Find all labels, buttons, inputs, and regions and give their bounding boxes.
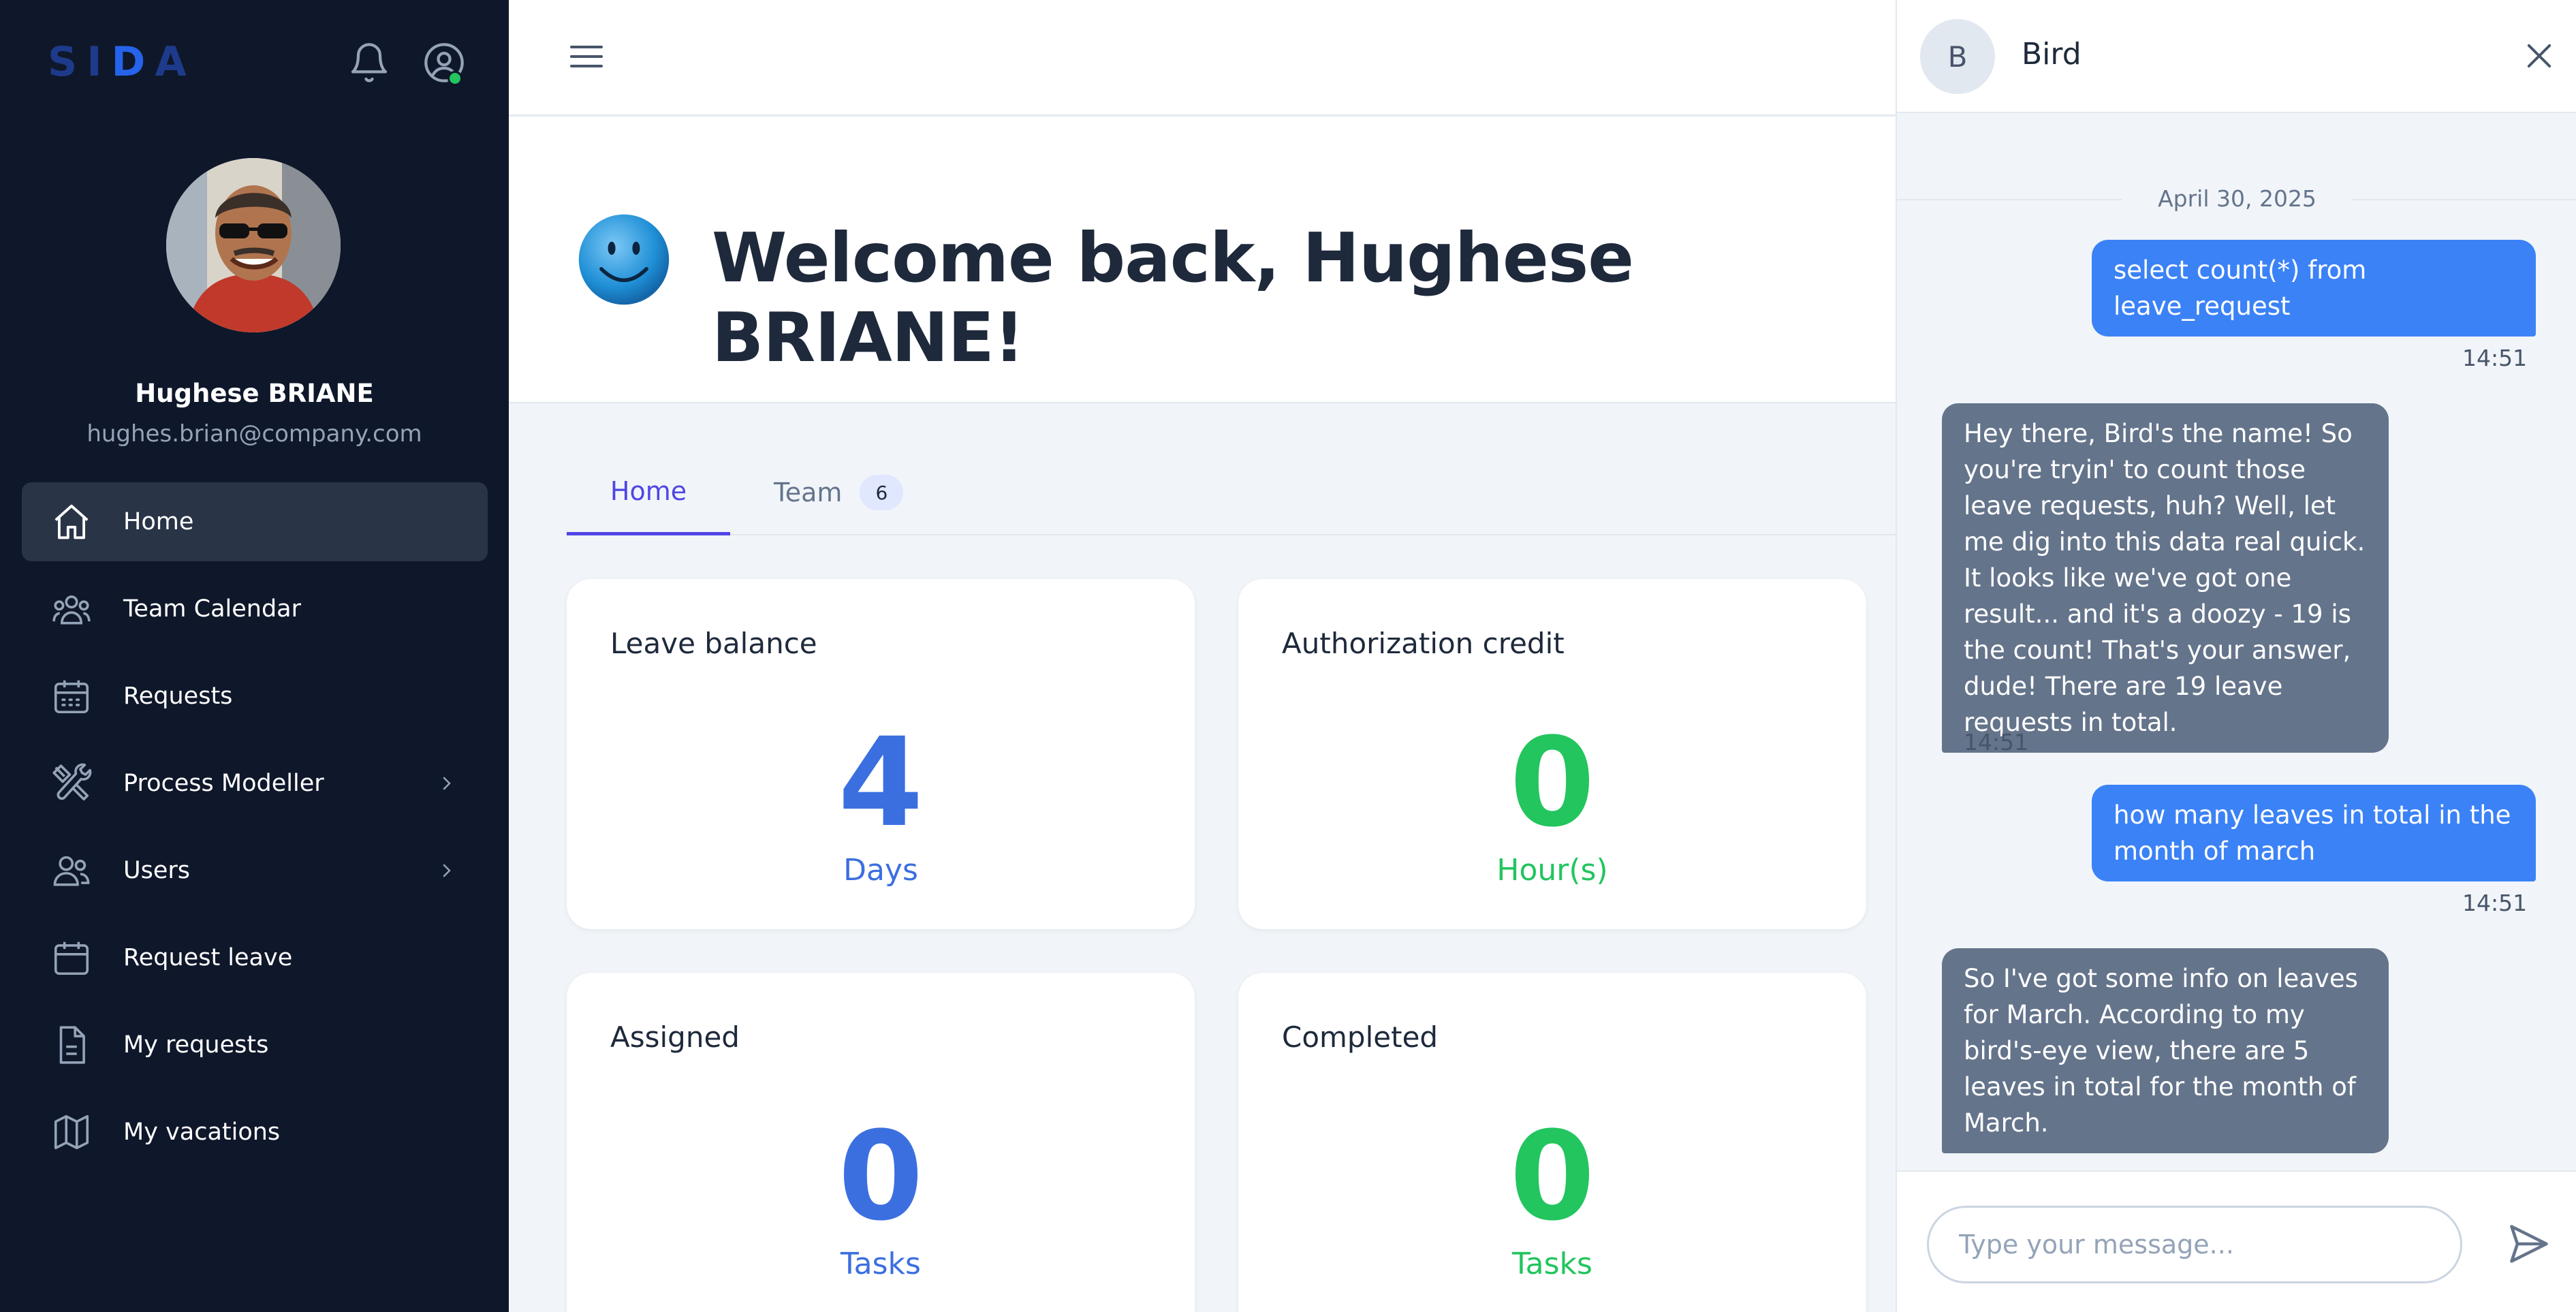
sidebar-item-requests[interactable]: Requests — [22, 657, 488, 736]
completed-tasks-card: Completed 0 Tasks — [1238, 973, 1866, 1312]
smiley-icon — [578, 214, 670, 305]
sidebar-item-label: Process Modeller — [123, 770, 324, 797]
chat-avatar: B — [1920, 19, 1995, 94]
card-unit: Tasks — [1512, 1247, 1592, 1281]
card-unit: Hour(s) — [1496, 853, 1608, 888]
team-icon — [52, 595, 91, 625]
tab-label: Home — [610, 475, 687, 506]
chat-contact-name: Bird — [2022, 37, 2082, 72]
card-value: 0 — [1509, 712, 1595, 854]
close-icon[interactable] — [2522, 38, 2557, 74]
sidebar-item-label: Requests — [123, 683, 233, 710]
leave-balance-card: Leave balance 4 Days — [567, 579, 1195, 929]
bot-message: So I've got some info on leaves for Marc… — [1942, 948, 2389, 1153]
user-message: how many leaves in total in the month of… — [2092, 785, 2536, 881]
chevron-right-icon — [443, 777, 451, 790]
card-title: Leave balance — [610, 627, 817, 660]
sidebar-item-users[interactable]: Users — [22, 831, 488, 910]
users-icon — [53, 856, 90, 886]
document-icon — [59, 1026, 85, 1064]
sidebar-item-label: Team Calendar — [123, 595, 302, 623]
tools-icon — [52, 763, 92, 801]
tab-label: Team — [774, 478, 843, 507]
sidebar-item-label: My vacations — [123, 1119, 281, 1146]
app-logo[interactable]: SIDA — [48, 38, 196, 86]
chevron-right-icon — [443, 864, 451, 877]
page-title: Welcome back, Hughese BRIANE! — [712, 218, 1634, 377]
tab-team[interactable]: Team 6 — [774, 450, 904, 535]
authorization-credit-card: Authorization credit 0 Hour(s) — [1238, 579, 1866, 929]
calendar-icon — [54, 941, 89, 975]
assigned-tasks-card: Assigned 0 Tasks — [567, 973, 1195, 1312]
message-time: 14:51 — [1964, 729, 2029, 755]
message-time: 14:51 — [2462, 345, 2528, 371]
card-title: Completed — [1282, 1020, 1439, 1054]
card-unit: Days — [843, 853, 918, 888]
tab-home[interactable]: Home — [567, 450, 730, 535]
message-input[interactable] — [1927, 1206, 2462, 1283]
sidebar-item-my-requests[interactable]: My requests — [22, 1005, 488, 1084]
sidebar-item-home[interactable]: Home — [22, 482, 488, 561]
chat-header: B Bird — [1897, 0, 2576, 113]
avatar[interactable] — [166, 158, 341, 332]
tab-bar: Home Team 6 — [567, 450, 1896, 535]
card-value: 4 — [838, 712, 924, 854]
sidebar-item-label: Users — [123, 857, 191, 884]
date-separator: April 30, 2025 — [1897, 185, 2576, 213]
card-unit: Tasks — [841, 1247, 921, 1281]
profile-name: Hughese BRIANE — [135, 379, 374, 408]
profile-email: hughes.brian@company.com — [87, 420, 422, 448]
sidebar-item-process-modeller[interactable]: Process Modeller — [22, 744, 488, 823]
count-badge: 6 — [860, 475, 904, 510]
sidebar-item-team-calendar[interactable]: Team Calendar — [22, 569, 488, 649]
sidebar-item-request-leave[interactable]: Request leave — [22, 918, 488, 997]
chat-panel: B Bird April 30, 2025 select count(*) fr… — [1896, 0, 2576, 1312]
card-value: 0 — [1509, 1106, 1595, 1248]
sidebar-item-my-vacations[interactable]: My vacations — [22, 1093, 488, 1172]
top-bar — [509, 0, 1896, 116]
user-message: select count(*) from leave_request — [2092, 240, 2536, 337]
welcome-banner: Welcome back, Hughese BRIANE! — [509, 117, 1896, 403]
bot-message: Hey there, Bird's the name! So you're tr… — [1942, 403, 2389, 753]
menu-icon[interactable] — [569, 42, 604, 71]
sidebar-item-label: Home — [123, 508, 194, 535]
chat-footer — [1897, 1170, 2576, 1312]
message-time: 14:51 — [2462, 890, 2528, 916]
online-status-indicator — [447, 71, 462, 86]
send-icon[interactable] — [2506, 1221, 2552, 1267]
home-icon — [54, 504, 89, 540]
card-title: Assigned — [610, 1020, 740, 1054]
bell-icon[interactable] — [347, 41, 391, 84]
sidebar: SIDA Hughese BRIANE hughes.brian@company… — [0, 0, 509, 1312]
sidebar-item-label: Request leave — [123, 944, 293, 971]
sidebar-item-label: My requests — [123, 1031, 269, 1059]
card-title: Authorization credit — [1282, 627, 1565, 660]
calendar-grid-icon — [54, 680, 89, 714]
map-icon — [54, 1114, 89, 1150]
sidebar-nav: Home Team Calendar Requests Process Mode… — [22, 482, 488, 1180]
card-value: 0 — [838, 1106, 924, 1248]
